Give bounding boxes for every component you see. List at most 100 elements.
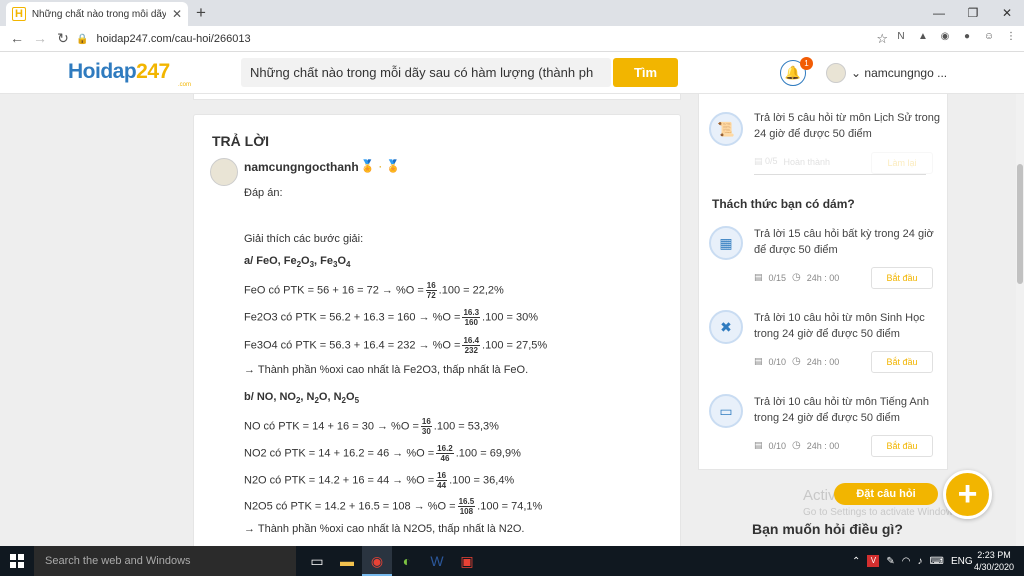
answer-explain: Giải thích các bước giải: <box>244 233 364 245</box>
task-text: Trả lời 10 câu hỏi từ môn Sinh Học trong… <box>754 312 925 340</box>
page-scrollbar[interactable] <box>1016 94 1024 546</box>
extension-icons: N ▲ ◉ ● ☺ ⋮ <box>894 30 1018 44</box>
challenge-sidebar: 📜 Trả lời 5 câu hỏi từ môn Lịch Sử trong… <box>698 94 948 470</box>
window-controls: — ❐ ✕ <box>922 0 1024 26</box>
windows-start-icon[interactable] <box>10 554 24 568</box>
system-tray: ⌃ V ✎ ◠ ♪ ⌨ ENG <box>852 546 973 576</box>
list-icon: ▤ <box>754 440 763 450</box>
tab-close-icon[interactable]: ✕ <box>172 7 182 21</box>
browser-tab[interactable]: H Những chất nào trong mỗi dãy s ✕ <box>6 2 188 26</box>
formula-line: Fe3O4 có PTK = 56.3 + 16.4 = 232 → %O = 1… <box>244 336 548 355</box>
site-favicon-icon: H <box>12 7 26 21</box>
keyboard-icon[interactable]: ⌨ <box>930 556 944 567</box>
formula-line: NO2 có PTK = 14 + 16.2 = 46 → %O = 16.2 46… <box>244 444 521 463</box>
minimize-button[interactable]: — <box>922 0 956 26</box>
medal-icon: 🏅 · 🏅 <box>360 159 401 173</box>
divider <box>754 174 926 175</box>
volume-icon[interactable]: ♪ <box>918 556 923 567</box>
formula-line: FeO có PTK = 56 + 16 = 72 → %O = 16 72.100… <box>244 281 504 300</box>
answer-heading: TRẢ LỜI <box>212 133 270 149</box>
maximize-button[interactable]: ❐ <box>956 0 990 26</box>
activate-windows-subtext: Go to Settings to activate Windows. <box>803 507 961 518</box>
chrome-icon[interactable]: ◉ <box>362 546 392 576</box>
extension-icon[interactable]: ▲ <box>916 30 930 44</box>
browser-tab-bar: H Những chất nào trong mỗi dãy s ✕ + — ❐… <box>0 0 1024 26</box>
answerer-username[interactable]: namcungngocthanh <box>244 160 359 174</box>
task-text: Trả lời 15 câu hỏi bất kỳ trong 24 giờ đ… <box>754 228 934 256</box>
scroll-icon: 📜 <box>709 112 743 146</box>
scrollbar-thumb[interactable] <box>1017 164 1023 284</box>
answerer-avatar[interactable] <box>210 158 238 186</box>
antivirus-icon[interactable]: V <box>867 555 880 567</box>
browser-toolbar: ← → ↻ 🔒 hoidap247.com/cau-hoi/266013 ☆ N… <box>0 26 1024 52</box>
start-task-button[interactable]: Bắt đầu <box>871 435 933 457</box>
task-text: Trả lời 10 câu hỏi từ môn Tiếng Anh tron… <box>754 396 929 424</box>
search-input[interactable]: Những chất nào trong mỗi dãy sau có hàm … <box>241 58 611 87</box>
back-arrow-icon[interactable]: ← <box>8 30 26 46</box>
english-icon: ▭ <box>709 394 743 428</box>
chevron-down-icon: ⌄ <box>851 66 865 80</box>
extension-icon[interactable]: ◉ <box>938 30 952 44</box>
user-avatar[interactable] <box>826 63 846 83</box>
formula-line: Fe2O3 có PTK = 56.2 + 16.3 = 160 → %O = 1… <box>244 308 539 327</box>
extension-icon[interactable]: N <box>894 30 908 44</box>
wifi-icon[interactable]: ◠ <box>902 556 911 567</box>
part-b-title: b/ NO, NO2, N2O, N2O5 <box>244 391 360 406</box>
tray-chevron-icon[interactable]: ⌃ <box>852 556 860 567</box>
forward-arrow-icon[interactable]: → <box>31 30 49 46</box>
taskbar-apps: ▭ ▬ ◉ ◐ W ▣ <box>302 546 482 576</box>
logo-com: .com <box>178 82 192 88</box>
clock-icon: ◷ <box>792 272 801 283</box>
file-explorer-icon[interactable]: ▬ <box>332 546 362 576</box>
task-view-icon[interactable]: ▭ <box>302 546 332 576</box>
search-button[interactable]: Tìm <box>613 58 678 87</box>
app-icon[interactable]: ▣ <box>452 546 482 576</box>
clock-icon: ◷ <box>792 440 801 451</box>
start-task-button[interactable]: Bắt đầu <box>871 351 933 373</box>
part-a-title: a/ FeO, Fe2O3, Fe3O4 <box>244 255 351 270</box>
app-icon[interactable]: ◐ <box>392 546 422 576</box>
taskbar-search-input[interactable]: Search the web and Windows <box>34 546 296 576</box>
part-a-conclusion: → Thành phần %oxi cao nhất là Fe2O3, thấ… <box>244 364 529 376</box>
close-window-button[interactable]: ✕ <box>990 0 1024 26</box>
want-ask-heading: Bạn muốn hỏi điều gì? <box>752 521 903 537</box>
answer-card: TRẢ LỜI namcungngocthanh 🏅 · 🏅 Đáp án: G… <box>193 114 681 554</box>
lock-icon: 🔒 <box>76 33 89 45</box>
ask-question-label[interactable]: Đặt câu hỏi <box>834 483 938 505</box>
task-meta: ▤ 0/15 ◷ 24h : 00 <box>754 272 840 283</box>
bookmark-star-icon[interactable]: ☆ <box>876 31 888 47</box>
windows-taskbar: Search the web and Windows ▭ ▬ ◉ ◐ W ▣ ⌃… <box>0 546 1024 576</box>
grid-icon: ▦ <box>709 226 743 260</box>
clock-icon: ◷ <box>792 356 801 367</box>
profile-avatar-icon[interactable]: ☺ <box>982 30 996 44</box>
site-logo[interactable]: Hoidap247 <box>68 60 170 84</box>
task-meta: ▤ 0/5 Hoàn thành <box>754 156 831 167</box>
header-username[interactable]: ⌄ namcungngo ... <box>851 66 947 80</box>
site-header: Hoidap247 .com Những chất nào trong mỗi … <box>0 52 1024 94</box>
url-text: hoidap247.com/cau-hoi/266013 <box>96 33 251 45</box>
previous-card-edge <box>193 94 681 100</box>
start-task-button[interactable]: Bắt đầu <box>871 267 933 289</box>
dna-icon: ✖ <box>709 310 743 344</box>
activate-windows-watermark: Activ <box>803 487 836 504</box>
task-meta: ▤ 0/10 ◷ 24h : 00 <box>754 440 840 451</box>
menu-dots-icon[interactable]: ⋮ <box>1004 30 1018 44</box>
extension-icon[interactable]: ● <box>960 30 974 44</box>
tab-title: Những chất nào trong mỗi dãy s <box>31 8 166 20</box>
task-meta: ▤ 0/10 ◷ 24h : 00 <box>754 356 840 367</box>
pen-icon[interactable]: ✎ <box>886 556 894 567</box>
ask-question-plus-icon[interactable]: + <box>943 470 992 519</box>
list-icon: ▤ <box>754 356 763 366</box>
taskbar-clock[interactable]: 2:23 PM 4/30/2020 <box>970 549 1018 573</box>
formula-line: NO có PTK = 14 + 16 = 30 → %O = 16 30.100 … <box>244 417 499 436</box>
address-bar[interactable]: 🔒 hoidap247.com/cau-hoi/266013 ☆ <box>76 29 894 49</box>
notification-badge: 1 <box>800 57 813 70</box>
formula-line: N2O có PTK = 14.2 + 16 = 44 → %O = 16 44.1… <box>244 471 515 490</box>
word-icon[interactable]: W <box>422 546 452 576</box>
task-text: Trả lời 5 câu hỏi từ môn Lịch Sử trong 2… <box>754 112 941 140</box>
answer-intro: Đáp án: <box>244 187 283 199</box>
formula-line: N2O5 có PTK = 14.2 + 16.5 = 108 → %O = 16… <box>244 497 543 516</box>
new-tab-button[interactable]: + <box>196 3 206 23</box>
reload-icon[interactable]: ↻ <box>54 30 72 47</box>
task-done-button: Làm lại <box>871 152 933 174</box>
